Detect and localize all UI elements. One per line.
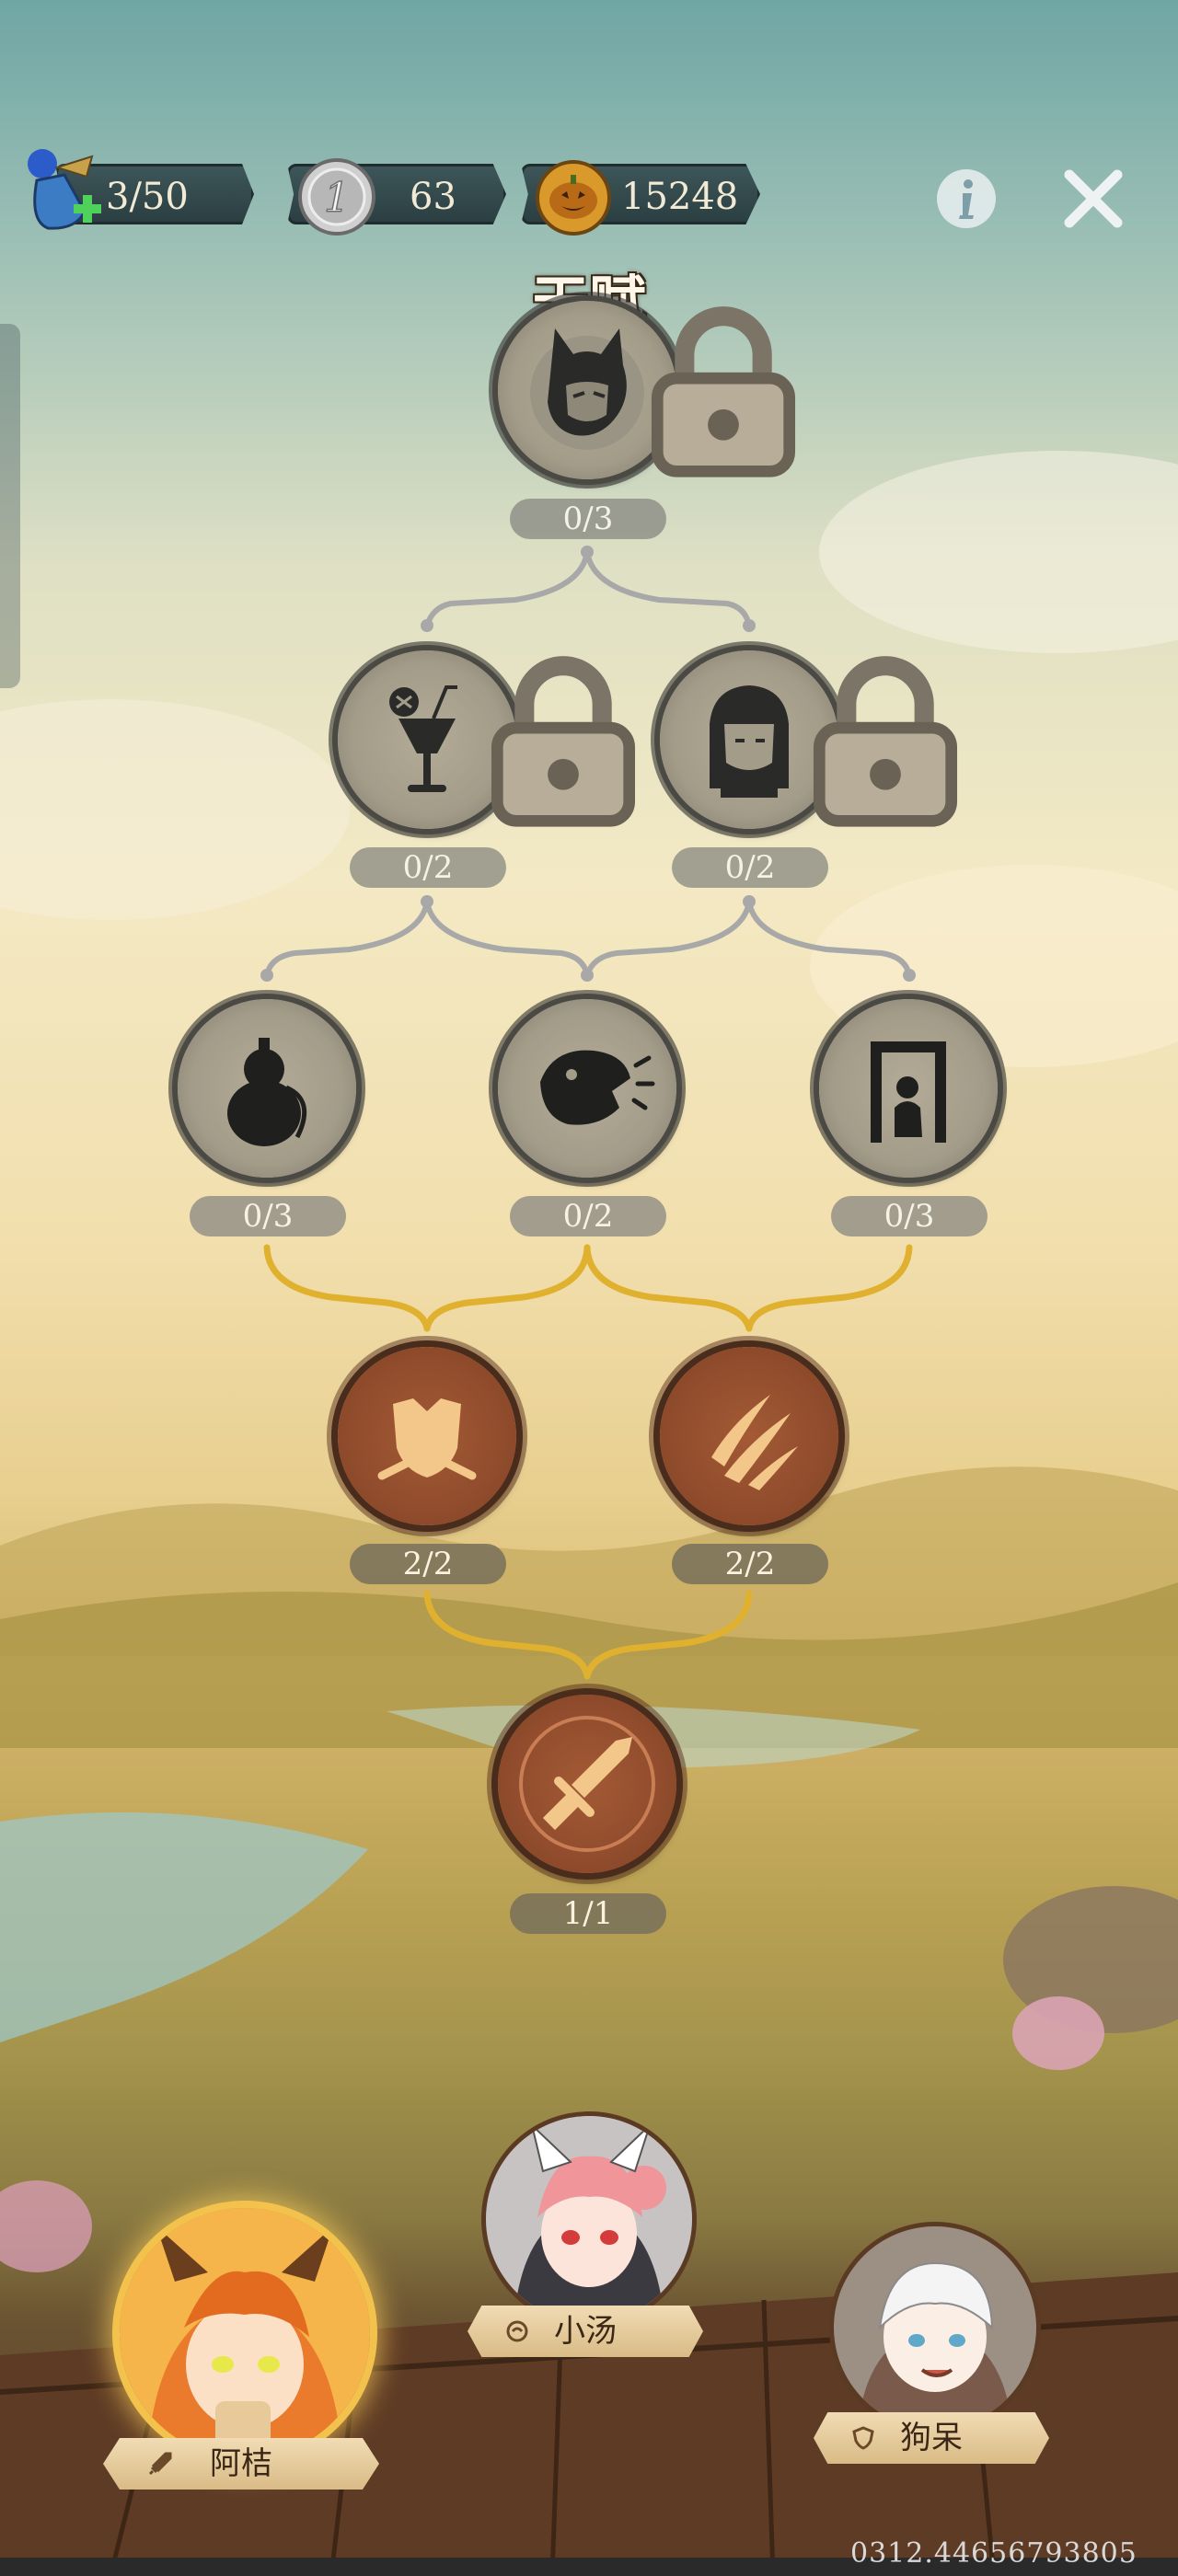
talent-node-girl-portrait[interactable] bbox=[660, 650, 958, 829]
talent-node-cat-girl[interactable] bbox=[498, 301, 796, 479]
beast-head-icon bbox=[540, 1050, 655, 1125]
talent-node-cocktail[interactable] bbox=[338, 650, 636, 829]
talent-count-doorway: 0/3 bbox=[831, 1196, 987, 1236]
character-name-xiaotang: 小汤 bbox=[554, 2313, 617, 2350]
talent-count-claw: 2/2 bbox=[672, 1544, 828, 1584]
character-nameplate-goudai: 狗呆 bbox=[814, 2412, 1049, 2464]
talent-count-beast-head: 0/2 bbox=[510, 1196, 666, 1236]
shield-icon bbox=[377, 1398, 477, 1480]
character-nameplate-aju: 阿桔 bbox=[103, 2438, 379, 2490]
talent-node-claw[interactable] bbox=[660, 1347, 838, 1525]
character-portrait-aju bbox=[120, 2208, 370, 2458]
heal-icon bbox=[506, 2320, 528, 2342]
lock-icon bbox=[491, 656, 636, 827]
talent-node-sword[interactable] bbox=[498, 1695, 676, 1873]
character-name-goudai: 狗呆 bbox=[900, 2420, 963, 2456]
talent-count-shield: 2/2 bbox=[350, 1544, 506, 1584]
sword-icon bbox=[148, 2452, 172, 2476]
sword-icon bbox=[519, 1716, 655, 1852]
doorway-figure-icon bbox=[871, 1041, 946, 1143]
shield-icon bbox=[852, 2426, 874, 2450]
talent-count-girl-portrait: 0/2 bbox=[672, 847, 828, 888]
talent-count-sword: 1/1 bbox=[510, 1893, 666, 1934]
lock-icon bbox=[813, 656, 958, 827]
talent-node-shield[interactable] bbox=[338, 1347, 516, 1525]
talent-count-cat-girl: 0/3 bbox=[510, 499, 666, 539]
character-portrait-xiaotang bbox=[486, 2116, 692, 2322]
footer-number: 0312.44656793805 bbox=[850, 2537, 1138, 2570]
talent-node-doorway[interactable] bbox=[819, 999, 998, 1178]
lock-icon bbox=[651, 306, 796, 477]
character-nameplate-xiaotang: 小汤 bbox=[468, 2306, 703, 2357]
character-portrait-goudai bbox=[834, 2226, 1036, 2429]
talent-count-gourd: 0/3 bbox=[190, 1196, 346, 1236]
character-name-aju: 阿桔 bbox=[210, 2445, 272, 2482]
claw-marks-icon bbox=[711, 1395, 798, 1490]
talent-node-gourd[interactable] bbox=[178, 999, 356, 1178]
gourd-icon bbox=[227, 1038, 307, 1146]
talent-node-beast-head[interactable] bbox=[498, 999, 676, 1178]
talent-count-cocktail: 0/2 bbox=[350, 847, 506, 888]
